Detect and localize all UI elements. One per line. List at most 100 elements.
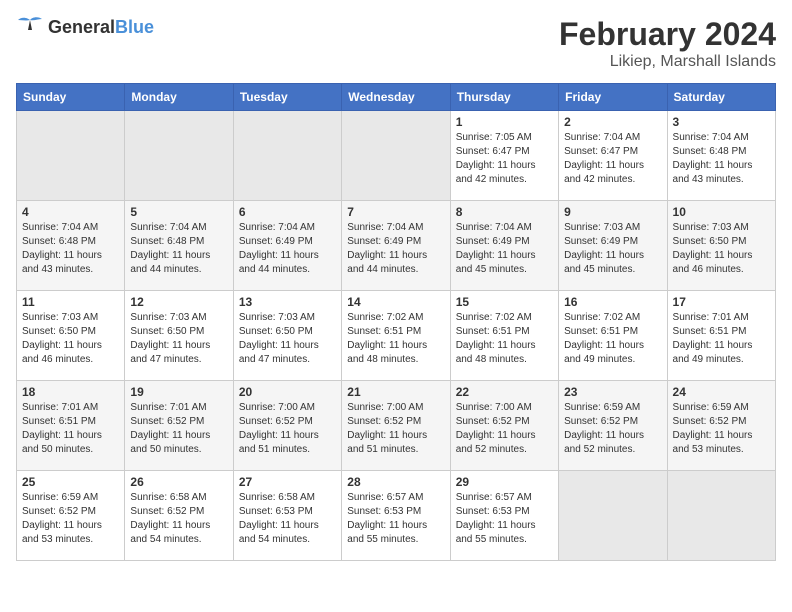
cell-content: 13Sunrise: 7:03 AMSunset: 6:50 PMDayligh… xyxy=(239,295,336,367)
calendar-cell: 14Sunrise: 7:02 AMSunset: 6:51 PMDayligh… xyxy=(342,291,450,381)
cell-content: 1 Sunrise: 7:05 AMSunset: 6:47 PMDaylight… xyxy=(456,115,553,187)
calendar-cell xyxy=(667,471,775,561)
day-number: 3 xyxy=(673,115,770,129)
cell-content: 6Sunrise: 7:04 AMSunset: 6:49 PMDaylight… xyxy=(239,205,336,277)
cell-content: 26Sunrise: 6:58 AMSunset: 6:52 PMDayligh… xyxy=(130,475,227,547)
day-number: 8 xyxy=(456,205,553,219)
calendar-cell: 27 Sunrise: 6:58 AMSunset: 6:53 PMDayligh… xyxy=(233,471,341,561)
sun-info: Sunrise: 7:05 AMSunset: 6:47 PMDaylight:… xyxy=(456,131,553,187)
calendar-cell: 18Sunrise: 7:01 AMSunset: 6:51 PMDayligh… xyxy=(17,381,125,471)
day-number: 25 xyxy=(22,475,119,489)
day-number: 7 xyxy=(347,205,444,219)
day-number: 19 xyxy=(130,385,227,399)
sun-info: Sunrise: 7:03 AMSunset: 6:50 PMDaylight:… xyxy=(22,311,119,367)
cell-content: 4 Sunrise: 7:04 AMSunset: 6:48 PMDaylight… xyxy=(22,205,119,277)
weekday-header: Wednesday xyxy=(342,84,450,111)
calendar-cell: 15 Sunrise: 7:02 AMSunset: 6:51 PMDayligh… xyxy=(450,291,558,381)
calendar-cell xyxy=(125,111,233,201)
sun-info: Sunrise: 7:02 AMSunset: 6:51 PMDaylight:… xyxy=(456,311,553,367)
calendar-cell: 23Sunrise: 6:59 AMSunset: 6:52 PMDayligh… xyxy=(559,381,667,471)
day-number: 5 xyxy=(130,205,227,219)
page-header: GeneralBlue February 2024 Likiep, Marsha… xyxy=(16,16,776,71)
cell-content: 21 Sunrise: 7:00 AMSunset: 6:52 PMDayligh… xyxy=(347,385,444,457)
cell-content: 11Sunrise: 7:03 AMSunset: 6:50 PMDayligh… xyxy=(22,295,119,367)
calendar-cell: 29 Sunrise: 6:57 AMSunset: 6:53 PMDayligh… xyxy=(450,471,558,561)
cell-content: 3 Sunrise: 7:04 AMSunset: 6:48 PMDaylight… xyxy=(673,115,770,187)
calendar-cell: 19 Sunrise: 7:01 AMSunset: 6:52 PMDayligh… xyxy=(125,381,233,471)
day-number: 21 xyxy=(347,385,444,399)
calendar-cell: 7 Sunrise: 7:04 AMSunset: 6:49 PMDaylight… xyxy=(342,201,450,291)
calendar-cell: 24Sunrise: 6:59 AMSunset: 6:52 PMDayligh… xyxy=(667,381,775,471)
day-number: 4 xyxy=(22,205,119,219)
calendar-cell: 21 Sunrise: 7:00 AMSunset: 6:52 PMDayligh… xyxy=(342,381,450,471)
calendar-cell xyxy=(17,111,125,201)
sun-info: Sunrise: 7:02 AMSunset: 6:51 PMDaylight:… xyxy=(564,311,661,367)
calendar-cell: 16 Sunrise: 7:02 AMSunset: 6:51 PMDayligh… xyxy=(559,291,667,381)
sun-info: Sunrise: 7:04 AMSunset: 6:48 PMDaylight:… xyxy=(673,131,770,187)
cell-content: 7 Sunrise: 7:04 AMSunset: 6:49 PMDaylight… xyxy=(347,205,444,277)
day-number: 26 xyxy=(130,475,227,489)
sun-info: Sunrise: 7:03 AMSunset: 6:49 PMDaylight:… xyxy=(564,221,661,277)
calendar-week-row: 11Sunrise: 7:03 AMSunset: 6:50 PMDayligh… xyxy=(17,291,776,381)
logo-blue: Blue xyxy=(115,17,154,37)
calendar-cell: 11Sunrise: 7:03 AMSunset: 6:50 PMDayligh… xyxy=(17,291,125,381)
calendar-cell: 13Sunrise: 7:03 AMSunset: 6:50 PMDayligh… xyxy=(233,291,341,381)
day-number: 1 xyxy=(456,115,553,129)
day-number: 22 xyxy=(456,385,553,399)
calendar-cell: 12Sunrise: 7:03 AMSunset: 6:50 PMDayligh… xyxy=(125,291,233,381)
calendar-location: Likiep, Marshall Islands xyxy=(559,53,776,71)
sun-info: Sunrise: 7:00 AMSunset: 6:52 PMDaylight:… xyxy=(456,401,553,457)
day-number: 6 xyxy=(239,205,336,219)
calendar-week-row: 4 Sunrise: 7:04 AMSunset: 6:48 PMDaylight… xyxy=(17,201,776,291)
cell-content: 27 Sunrise: 6:58 AMSunset: 6:53 PMDayligh… xyxy=(239,475,336,547)
sun-info: Sunrise: 7:02 AMSunset: 6:51 PMDaylight:… xyxy=(347,311,444,367)
cell-content: 20Sunrise: 7:00 AMSunset: 6:52 PMDayligh… xyxy=(239,385,336,457)
sun-info: Sunrise: 6:58 AMSunset: 6:53 PMDaylight:… xyxy=(239,491,336,547)
sun-info: Sunrise: 6:57 AMSunset: 6:53 PMDaylight:… xyxy=(456,491,553,547)
calendar-cell: 28Sunrise: 6:57 AMSunset: 6:53 PMDayligh… xyxy=(342,471,450,561)
sun-info: Sunrise: 7:04 AMSunset: 6:49 PMDaylight:… xyxy=(347,221,444,277)
cell-content: 22 Sunrise: 7:00 AMSunset: 6:52 PMDayligh… xyxy=(456,385,553,457)
sun-info: Sunrise: 7:01 AMSunset: 6:51 PMDaylight:… xyxy=(22,401,119,457)
cell-content: 29 Sunrise: 6:57 AMSunset: 6:53 PMDayligh… xyxy=(456,475,553,547)
cell-content: 10Sunrise: 7:03 AMSunset: 6:50 PMDayligh… xyxy=(673,205,770,277)
cell-content: 19 Sunrise: 7:01 AMSunset: 6:52 PMDayligh… xyxy=(130,385,227,457)
cell-content: 17Sunrise: 7:01 AMSunset: 6:51 PMDayligh… xyxy=(673,295,770,367)
day-number: 10 xyxy=(673,205,770,219)
cell-content: 9 Sunrise: 7:03 AMSunset: 6:49 PMDaylight… xyxy=(564,205,661,277)
cell-content: 8Sunrise: 7:04 AMSunset: 6:49 PMDaylight… xyxy=(456,205,553,277)
cell-content: 23Sunrise: 6:59 AMSunset: 6:52 PMDayligh… xyxy=(564,385,661,457)
day-number: 24 xyxy=(673,385,770,399)
cell-content: 14Sunrise: 7:02 AMSunset: 6:51 PMDayligh… xyxy=(347,295,444,367)
sun-info: Sunrise: 7:04 AMSunset: 6:48 PMDaylight:… xyxy=(22,221,119,277)
weekday-header: Tuesday xyxy=(233,84,341,111)
day-number: 9 xyxy=(564,205,661,219)
calendar-cell: 10Sunrise: 7:03 AMSunset: 6:50 PMDayligh… xyxy=(667,201,775,291)
cell-content: 5 Sunrise: 7:04 AMSunset: 6:48 PMDaylight… xyxy=(130,205,227,277)
calendar-week-row: 25Sunrise: 6:59 AMSunset: 6:52 PMDayligh… xyxy=(17,471,776,561)
weekday-header: Monday xyxy=(125,84,233,111)
calendar-title: February 2024 xyxy=(559,16,776,53)
sun-info: Sunrise: 7:00 AMSunset: 6:52 PMDaylight:… xyxy=(347,401,444,457)
day-number: 20 xyxy=(239,385,336,399)
sun-info: Sunrise: 7:01 AMSunset: 6:52 PMDaylight:… xyxy=(130,401,227,457)
sun-info: Sunrise: 7:03 AMSunset: 6:50 PMDaylight:… xyxy=(239,311,336,367)
logo-icon xyxy=(16,16,44,38)
day-number: 17 xyxy=(673,295,770,309)
logo-text: GeneralBlue xyxy=(48,17,154,38)
calendar-cell: 25Sunrise: 6:59 AMSunset: 6:52 PMDayligh… xyxy=(17,471,125,561)
sun-info: Sunrise: 7:03 AMSunset: 6:50 PMDaylight:… xyxy=(130,311,227,367)
day-number: 29 xyxy=(456,475,553,489)
title-area: February 2024 Likiep, Marshall Islands xyxy=(559,16,776,71)
calendar-table: SundayMondayTuesdayWednesdayThursdayFrid… xyxy=(16,83,776,561)
calendar-week-row: 18Sunrise: 7:01 AMSunset: 6:51 PMDayligh… xyxy=(17,381,776,471)
day-number: 28 xyxy=(347,475,444,489)
day-number: 16 xyxy=(564,295,661,309)
calendar-cell: 22 Sunrise: 7:00 AMSunset: 6:52 PMDayligh… xyxy=(450,381,558,471)
day-number: 15 xyxy=(456,295,553,309)
sun-info: Sunrise: 7:04 AMSunset: 6:48 PMDaylight:… xyxy=(130,221,227,277)
sun-info: Sunrise: 7:04 AMSunset: 6:47 PMDaylight:… xyxy=(564,131,661,187)
sun-info: Sunrise: 6:59 AMSunset: 6:52 PMDaylight:… xyxy=(564,401,661,457)
day-number: 27 xyxy=(239,475,336,489)
calendar-cell: 4 Sunrise: 7:04 AMSunset: 6:48 PMDaylight… xyxy=(17,201,125,291)
